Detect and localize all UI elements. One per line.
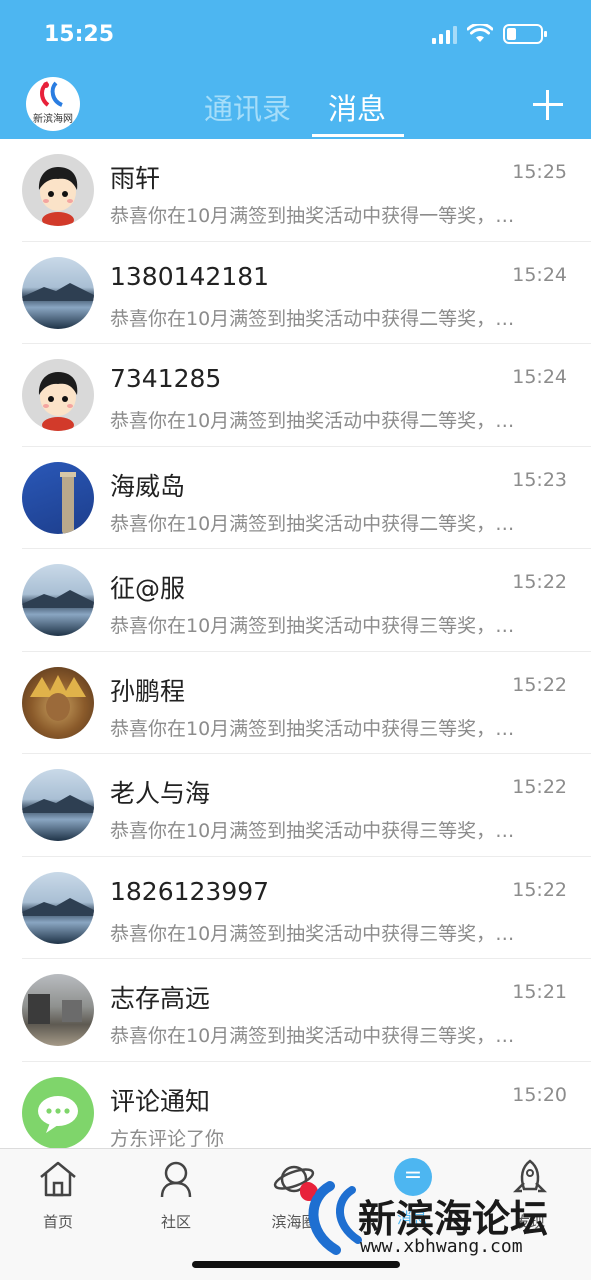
signal-icon (432, 24, 457, 44)
conversation-name: 1380142181 (110, 261, 270, 291)
conversation-name: 海威岛 (110, 471, 186, 501)
app-header: 15:25 新滨海网 通讯录 消息 (0, 0, 591, 139)
logo-text: 新滨海网 (33, 114, 73, 125)
community-icon (160, 1161, 192, 1198)
status-icons (432, 24, 547, 44)
cartoon-avatar-icon (38, 167, 78, 226)
conversation-preview: 恭喜你在10月满签到抽奖活动中获得三等奖，奖品为： (110, 1025, 530, 1047)
conversation-time: 15:20 (512, 1083, 567, 1106)
conversation-preview: 恭喜你在10月满签到抽奖活动中获得三等奖，奖品为： (110, 820, 530, 842)
avatar (22, 359, 94, 431)
conversation-preview: 恭喜你在10月满签到抽奖活动中获得二等奖，奖品为： (110, 512, 530, 535)
seascape-avatar-icon (22, 897, 94, 916)
avatar (22, 974, 94, 1046)
conversation-name: 志存高远 (110, 984, 211, 1013)
conversation-time: 15:22 (512, 673, 567, 696)
avatar (22, 666, 94, 739)
warrior-avatar-icon (30, 674, 86, 721)
tab-underline (312, 134, 404, 137)
conversation-preview: 方东评论了你 (110, 1127, 225, 1150)
conversation-row[interactable]: 征@服 15:22 恭喜你在10月满签到抽奖活动中获得三等奖，奖品为： (0, 549, 591, 652)
conversation-time: 15:25 (512, 161, 567, 183)
conversation-name: 征@服 (110, 574, 186, 603)
conversation-name: 评论通知 (110, 1086, 211, 1116)
plus-icon[interactable] (533, 90, 563, 120)
conversation-time: 15:24 (512, 263, 567, 286)
conversation-list: 雨轩 15:25 恭喜你在10月满签到抽奖活动中获得一等奖，奖品为： 13801… (0, 139, 591, 1164)
tab-home-label: 首页 (42, 1213, 73, 1231)
avatar (22, 154, 94, 226)
battery-icon (503, 24, 547, 44)
conversation-row[interactable]: 7341285 15:24 恭喜你在10月满签到抽奖活动中获得二等奖，奖品为： (0, 344, 591, 447)
conversation-row[interactable]: 雨轩 15:25 恭喜你在10月满签到抽奖活动中获得一等奖，奖品为： (0, 139, 591, 242)
forum-watermark: 新滨海论坛 www.xbhwang.com (296, 1180, 586, 1260)
tab-community[interactable]: 社区 (136, 1157, 216, 1232)
seascape-avatar-icon (22, 282, 94, 301)
watermark-title: 新滨海论坛 (358, 1196, 549, 1241)
tab-messages[interactable]: 消息 (328, 86, 386, 128)
conversation-time: 15:23 (512, 468, 567, 491)
conversation-row[interactable]: 老人与海 15:22 恭喜你在10月满签到抽奖活动中获得三等奖，奖品为： (0, 754, 591, 857)
conversation-preview: 恭喜你在10月满签到抽奖活动中获得二等奖，奖品为： (110, 410, 530, 432)
conversation-row[interactable]: 1380142181 15:24 恭喜你在10月满签到抽奖活动中获得二等奖，奖品… (0, 242, 591, 344)
avatar (22, 564, 94, 636)
conversation-time: 15:22 (512, 878, 567, 901)
conversation-time: 15:21 (512, 981, 567, 1003)
conversation-row[interactable]: 1826123997 15:22 恭喜你在10月满签到抽奖活动中获得三等奖，奖品… (0, 857, 591, 959)
avatar (22, 871, 94, 944)
tab-contacts[interactable]: 通讯录 (204, 86, 291, 128)
conversation-name: 老人与海 (110, 779, 211, 808)
conversation-name: 7341285 (110, 364, 222, 393)
conversation-name: 1826123997 (110, 876, 270, 906)
home-icon (40, 1161, 76, 1197)
conversation-name: 孙鹏程 (110, 676, 186, 706)
forum-logo[interactable]: 新滨海网 (26, 77, 80, 131)
status-time: 15:25 (44, 22, 115, 47)
avatar (22, 256, 94, 329)
seascape-avatar-icon (22, 795, 94, 813)
avatar (22, 1076, 94, 1149)
avatar (22, 769, 94, 841)
conversation-preview: 恭喜你在10月满签到抽奖活动中获得二等奖，奖品为： (110, 307, 530, 330)
conversation-name: 雨轩 (110, 164, 161, 193)
seascape-avatar-icon (22, 590, 94, 608)
conversation-row[interactable]: 孙鹏程 15:22 恭喜你在10月满签到抽奖活动中获得三等奖，奖品为： (0, 652, 591, 754)
home-indicator[interactable] (192, 1261, 400, 1268)
watermark-logo-icon (300, 1181, 362, 1255)
conversation-row[interactable]: 海威岛 15:23 恭喜你在10月满签到抽奖活动中获得二等奖，奖品为： (0, 447, 591, 549)
avatar (22, 461, 94, 534)
conversation-preview: 恭喜你在10月满签到抽奖活动中获得三等奖，奖品为： (110, 717, 530, 740)
conversation-preview: 恭喜你在10月满签到抽奖活动中获得三等奖，奖品为： (110, 922, 530, 945)
tab-community-label: 社区 (160, 1213, 191, 1231)
cartoon-avatar-icon (38, 372, 78, 431)
pillar-avatar-icon (60, 471, 76, 534)
conversation-time: 15:22 (512, 776, 567, 798)
conversation-time: 15:22 (512, 571, 567, 593)
comment-bubble-icon (38, 1095, 78, 1133)
conversation-preview: 恭喜你在10月满签到抽奖活动中获得一等奖，奖品为： (110, 205, 530, 227)
conversation-row[interactable]: 志存高远 15:21 恭喜你在10月满签到抽奖活动中获得三等奖，奖品为： (0, 959, 591, 1062)
conversation-time: 15:24 (512, 366, 567, 388)
watermark-url: www.xbhwang.com (360, 1236, 523, 1257)
street-avatar-icon (28, 994, 82, 1024)
wifi-icon (467, 24, 493, 42)
conversation-preview: 恭喜你在10月满签到抽奖活动中获得三等奖，奖品为： (110, 615, 530, 637)
tab-home[interactable]: 首页 (18, 1157, 98, 1232)
